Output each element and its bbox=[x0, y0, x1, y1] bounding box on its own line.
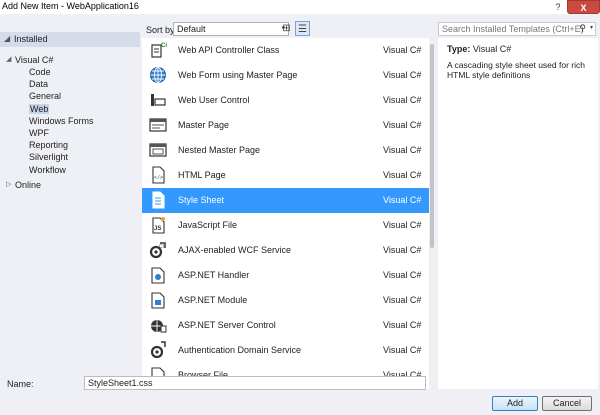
template-row[interactable]: C# AJAX-enabled WCF Service Visual C# bbox=[142, 238, 429, 263]
collapse-arrow-icon[interactable]: ◢ bbox=[6, 54, 11, 66]
template-name: ASP.NET Module bbox=[178, 295, 248, 305]
template-language: Visual C# bbox=[383, 195, 422, 205]
name-input[interactable]: StyleSheet1.css bbox=[84, 376, 426, 390]
installed-label: Installed bbox=[14, 34, 48, 44]
template-language: Visual C# bbox=[383, 320, 422, 330]
sort-by-value: Default bbox=[177, 24, 206, 34]
installed-header[interactable]: ◢ Installed bbox=[0, 32, 140, 47]
scrollbar-thumb[interactable] bbox=[430, 44, 434, 248]
template-row[interactable]: Master Page Visual C# bbox=[142, 113, 429, 138]
tree-item-windows-forms[interactable]: Windows Forms bbox=[29, 115, 94, 127]
template-language: Visual C# bbox=[383, 45, 422, 55]
cancel-button[interactable]: Cancel bbox=[542, 396, 592, 411]
search-icon[interactable]: ⚲ bbox=[579, 23, 586, 34]
tree-item-reporting[interactable]: Reporting bbox=[29, 139, 68, 151]
template-row[interactable]: ASP.NET Handler Visual C# bbox=[142, 263, 429, 288]
template-description: A cascading style sheet used for rich HT… bbox=[447, 60, 585, 80]
template-name: Web Form using Master Page bbox=[178, 70, 298, 80]
type-label: Type: bbox=[447, 44, 471, 54]
name-label: Name: bbox=[7, 379, 34, 389]
template-language: Visual C# bbox=[383, 145, 422, 155]
svg-text:JS: JS bbox=[154, 226, 161, 232]
template-row[interactable]: </> HTML Page Visual C# bbox=[142, 163, 429, 188]
expand-arrow-icon[interactable]: ▷ bbox=[6, 179, 11, 191]
tree-item-silverlight[interactable]: Silverlight bbox=[29, 151, 68, 163]
grid-view-icon[interactable]: ⊞ bbox=[279, 21, 294, 36]
template-row[interactable]: C# Web API Controller Class Visual C# bbox=[142, 38, 429, 63]
help-button[interactable]: ? bbox=[548, 0, 568, 14]
add-button[interactable]: Add bbox=[492, 396, 538, 411]
list-toolbar: Sort by: Default ▾ ⊞ ☰ bbox=[142, 21, 435, 37]
template-language: Visual C# bbox=[383, 220, 422, 230]
dialog-body: ◢ Installed ◢ Visual C# Code Data General W… bbox=[0, 14, 600, 415]
type-value: Visual C# bbox=[472, 44, 512, 54]
tree-item-data[interactable]: Data bbox=[29, 78, 48, 90]
domain-service-icon bbox=[149, 341, 167, 359]
template-name: Authentication Domain Service bbox=[178, 345, 302, 355]
template-language: Visual C# bbox=[383, 70, 422, 80]
module-icon bbox=[149, 291, 167, 309]
template-row[interactable]: Web User Control Visual C# bbox=[142, 88, 429, 113]
template-name: Style Sheet bbox=[178, 195, 225, 205]
template-name: JavaScript File bbox=[178, 220, 238, 230]
template-language: Visual C# bbox=[383, 245, 422, 255]
template-row[interactable]: Style Sheet Visual C# bbox=[142, 188, 429, 213]
template-row[interactable]: ASP.NET Server Control Visual C# bbox=[142, 313, 429, 338]
search-placeholder: Search Installed Templates (Ctrl+E) bbox=[442, 24, 584, 34]
html-page-icon: </> bbox=[149, 166, 167, 184]
template-name: ASP.NET Server Control bbox=[178, 320, 276, 330]
search-input[interactable]: Search Installed Templates (Ctrl+E) ⚲ ▾ bbox=[438, 22, 596, 36]
list-scrollbar[interactable] bbox=[429, 38, 435, 389]
style-sheet-icon bbox=[149, 191, 167, 209]
template-name: Web API Controller Class bbox=[178, 45, 280, 55]
template-row[interactable]: Authentication Domain Service Visual C# bbox=[142, 338, 429, 363]
tree-item-online[interactable]: ▷ Online bbox=[6, 179, 41, 191]
master-page-icon bbox=[149, 116, 167, 134]
template-name: Nested Master Page bbox=[178, 145, 261, 155]
template-row[interactable]: Web Form using Master Page Visual C# bbox=[142, 63, 429, 88]
template-language: Visual C# bbox=[383, 345, 422, 355]
sort-by-select[interactable]: Default ▾ bbox=[173, 22, 289, 36]
template-row[interactable]: JS JavaScript File Visual C# bbox=[142, 213, 429, 238]
tree-item-workflow[interactable]: Workflow bbox=[29, 164, 66, 176]
nested-master-page-icon bbox=[149, 141, 167, 159]
type-line: Type: Visual C# bbox=[447, 44, 589, 54]
template-name: ASP.NET Handler bbox=[178, 270, 250, 280]
tree-item-wpf[interactable]: WPF bbox=[29, 127, 49, 139]
list-view-icon[interactable]: ☰ bbox=[295, 21, 310, 36]
search-dropdown-icon[interactable]: ▾ bbox=[590, 24, 593, 31]
handler-icon bbox=[149, 266, 167, 284]
template-name: Web User Control bbox=[178, 95, 250, 105]
details-pane: Type: Visual C# A cascading style sheet … bbox=[438, 38, 598, 389]
template-language: Visual C# bbox=[383, 270, 422, 280]
template-language: Visual C# bbox=[383, 120, 422, 130]
cs-class-icon: C# bbox=[149, 41, 169, 59]
svg-text:</>: </> bbox=[154, 175, 163, 181]
tree-item-general[interactable]: General bbox=[29, 90, 61, 102]
template-name: AJAX-enabled WCF Service bbox=[178, 245, 292, 255]
javascript-file-icon: JS bbox=[149, 216, 167, 234]
svg-text:C#: C# bbox=[161, 43, 167, 49]
template-language: Visual C# bbox=[383, 95, 422, 105]
expand-arrow-icon: ◢ bbox=[4, 34, 11, 43]
template-row[interactable]: Nested Master Page Visual C# bbox=[142, 138, 429, 163]
user-control-icon bbox=[149, 91, 167, 109]
category-tree: ◢ Installed ◢ Visual C# Code Data General W… bbox=[0, 32, 140, 382]
window-title: Add New Item - WebApplication16 bbox=[2, 1, 139, 11]
template-name: Master Page bbox=[178, 120, 230, 130]
tree-item-visual-csharp[interactable]: ◢ Visual C# bbox=[6, 54, 53, 66]
wcf-service-icon: C# bbox=[149, 241, 167, 259]
close-button[interactable]: X bbox=[567, 0, 600, 14]
tree-item-web[interactable]: Web bbox=[29, 103, 50, 115]
template-list: C#Web API Controller ClassVisual C#Web F… bbox=[142, 38, 435, 389]
globe-icon bbox=[149, 66, 167, 84]
tree-item-code[interactable]: Code bbox=[29, 66, 51, 78]
template-language: Visual C# bbox=[383, 170, 422, 180]
template-name: HTML Page bbox=[178, 170, 226, 180]
template-language: Visual C# bbox=[383, 295, 422, 305]
template-row[interactable]: ASP.NET Module Visual C# bbox=[142, 288, 429, 313]
title-bar: Add New Item - WebApplication16 ? X bbox=[0, 0, 600, 14]
svg-text:C#: C# bbox=[159, 244, 166, 250]
server-control-icon bbox=[149, 316, 167, 334]
